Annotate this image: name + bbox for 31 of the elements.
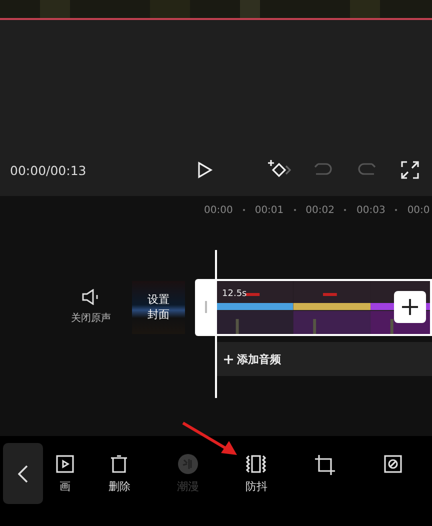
time-tick: 00:03 bbox=[356, 204, 386, 216]
crop-icon bbox=[314, 454, 336, 476]
tool-button[interactable]: 画 bbox=[45, 454, 85, 496]
round-stamp-icon bbox=[178, 454, 198, 474]
redo-icon bbox=[358, 162, 376, 178]
time-tick: 00:0 bbox=[407, 204, 430, 216]
play-icon bbox=[197, 161, 214, 179]
time-tick: 00:02 bbox=[306, 204, 334, 216]
mask-icon bbox=[383, 454, 404, 474]
undo-icon bbox=[314, 162, 332, 178]
stabilize-icon bbox=[245, 454, 268, 474]
speaker-icon[interactable] bbox=[82, 289, 100, 305]
plus-icon bbox=[401, 298, 419, 316]
play-frame-icon bbox=[55, 454, 75, 474]
add-audio-button[interactable]: 添加音频 bbox=[216, 342, 432, 376]
tool-button[interactable]: 防抖 bbox=[222, 454, 290, 496]
mute-label: 关闭原声 bbox=[71, 312, 111, 325]
set-cover-button[interactable]: 设置 封面 bbox=[132, 280, 185, 334]
time-tick: 00:00 bbox=[204, 204, 233, 216]
fullscreen-icon bbox=[401, 161, 420, 179]
annotation-arrow bbox=[181, 421, 239, 457]
chevron-left-icon bbox=[18, 464, 28, 482]
playback-time: 00:00/00:13 bbox=[10, 162, 88, 178]
add-clip-button[interactable] bbox=[394, 290, 426, 322]
clip-duration: 12.5s bbox=[222, 288, 247, 298]
fullscreen-button[interactable] bbox=[398, 158, 422, 182]
tool-button[interactable]: 删除 bbox=[85, 454, 154, 496]
plus-icon bbox=[224, 354, 233, 364]
trim-handle[interactable] bbox=[195, 278, 216, 336]
trash-icon bbox=[109, 454, 130, 474]
time-tick: 00:01 bbox=[254, 204, 284, 216]
